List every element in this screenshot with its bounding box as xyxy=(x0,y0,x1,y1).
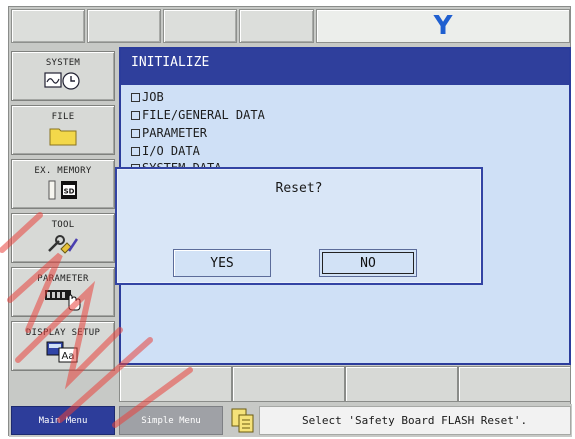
menu-file-label: FILE xyxy=(51,112,75,122)
menu-parameter-button[interactable]: PARAMETER xyxy=(11,267,115,317)
function-key-1[interactable] xyxy=(119,366,232,402)
menu-file-button[interactable]: FILE xyxy=(11,105,115,155)
menu-ex-memory-label: EX. MEMORY xyxy=(34,166,92,176)
checkbox-job[interactable] xyxy=(131,93,140,102)
list-item-io-data[interactable]: I/O DATA xyxy=(131,144,200,158)
system-icon xyxy=(44,72,80,90)
list-item-label: FILE/GENERAL DATA xyxy=(142,108,265,122)
function-key-3[interactable] xyxy=(345,366,458,402)
menu-system-button[interactable]: SYSTEM xyxy=(11,51,115,101)
robot-axis-tab[interactable]: Y xyxy=(316,9,570,43)
simple-menu-button[interactable]: Simple Menu xyxy=(119,406,223,435)
yes-button[interactable]: YES xyxy=(173,249,271,277)
menu-display-setup-label: DISPLAY SETUP xyxy=(25,328,101,338)
menu-tool-label: TOOL xyxy=(51,220,75,230)
copy-pages-icon xyxy=(231,408,254,433)
top-button-2[interactable] xyxy=(87,9,161,43)
list-item-label: PARAMETER xyxy=(142,126,208,140)
robot-axis-letter: Y xyxy=(433,11,453,41)
page-title: INITIALIZE xyxy=(121,49,569,85)
no-button[interactable]: NO xyxy=(319,249,417,277)
tool-icon xyxy=(48,235,79,254)
folder-icon xyxy=(49,128,77,146)
menu-system-label: SYSTEM xyxy=(45,58,81,68)
menu-tool-button[interactable]: TOOL xyxy=(11,213,115,263)
memory-card-icon: SD xyxy=(48,180,77,200)
menu-parameter-label: PARAMETER xyxy=(37,274,89,284)
dialog-message: Reset? xyxy=(275,181,323,196)
display-setup-icon: Aa xyxy=(46,341,78,363)
function-key-2[interactable] xyxy=(232,366,345,402)
top-button-4[interactable] xyxy=(239,9,314,43)
checkbox-parameter[interactable] xyxy=(131,129,140,138)
checkbox-io-data[interactable] xyxy=(131,147,140,156)
function-key-4[interactable] xyxy=(458,366,571,402)
reset-confirm-dialog: Reset? YES NO xyxy=(115,167,483,285)
top-bar: Y xyxy=(9,7,572,45)
list-item-label: JOB xyxy=(142,90,164,104)
list-item-parameter[interactable]: PARAMETER xyxy=(131,126,207,140)
status-message: Select 'Safety Board FLASH Reset'. xyxy=(259,406,571,435)
menu-ex-memory-button[interactable]: EX. MEMORY SD xyxy=(11,159,115,209)
top-button-1[interactable] xyxy=(11,9,85,43)
list-item-file-general-data[interactable]: FILE/GENERAL DATA xyxy=(131,108,265,122)
top-button-3[interactable] xyxy=(163,9,237,43)
pendant-frame: Y SYSTEM FILE EX. MEMORY SD TOOL PARAMET… xyxy=(8,6,572,437)
list-item-label: I/O DATA xyxy=(142,144,200,158)
display-icon-text: Aa xyxy=(62,351,75,362)
sd-card-text: SD xyxy=(64,188,75,196)
main-menu-button[interactable]: Main Menu xyxy=(11,406,115,435)
list-item-job[interactable]: JOB xyxy=(131,90,164,104)
status-bar: Main Menu Simple Menu Select 'Safety Boa… xyxy=(9,404,572,437)
parameter-icon xyxy=(45,290,81,311)
menu-display-setup-button[interactable]: DISPLAY SETUP Aa xyxy=(11,321,115,371)
function-key-bar xyxy=(119,366,571,402)
checkbox-file-general-data[interactable] xyxy=(131,111,140,120)
